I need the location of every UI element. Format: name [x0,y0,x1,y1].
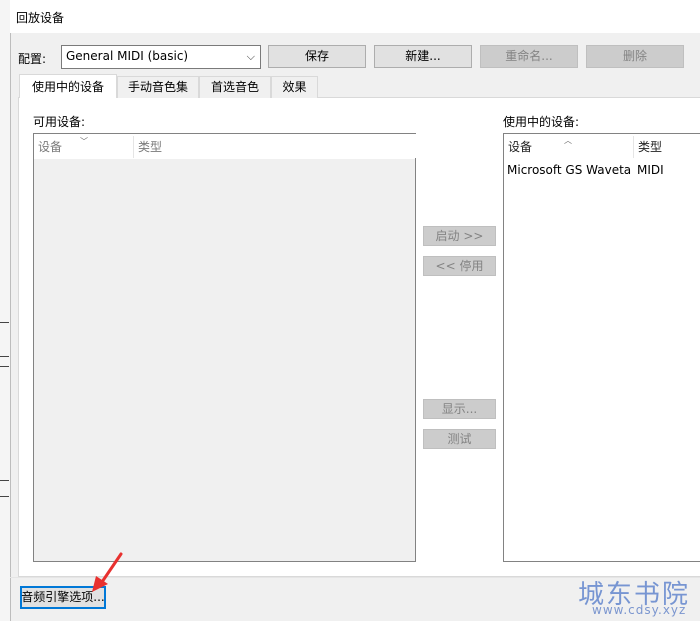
save-button[interactable]: 保存 [268,45,366,68]
column-header-device[interactable]: 设备 ﹀ [34,134,137,158]
sort-desc-icon: ﹀ [80,137,88,146]
column-header-type-label: 类型 [138,140,163,154]
available-devices-list[interactable]: 设备 ﹀ 类型 [33,133,419,562]
deactivate-button[interactable]: << 停用 [423,256,496,276]
column-header-type[interactable]: 类型 [134,134,419,158]
tab-effects[interactable]: 效果 [271,76,318,98]
test-button[interactable]: 测试 [423,429,496,449]
watermark-url: www.cdsy.xyz [592,603,687,617]
in-use-devices-list[interactable]: 设备 ︿ 类型 Microsoft GS Waveta... MIDI [503,133,700,562]
annotation-arrow-icon [92,552,123,592]
available-devices-label: 可用设备: [33,115,86,129]
column-header-type[interactable]: 类型 [634,134,700,158]
background-line [0,322,9,323]
config-select-value: General MIDI (basic) [66,49,189,63]
chevron-down-icon: ⌵ [246,50,255,63]
column-header-device-label: 设备 [38,140,63,154]
device-type-cell[interactable]: MIDI [637,160,697,180]
background-line [0,356,9,357]
config-select[interactable]: General MIDI (basic) ⌵ [61,45,261,69]
background-line [0,496,9,497]
device-name-cell[interactable]: Microsoft GS Waveta... [507,160,631,180]
dialog-title: 回放设备 [16,11,65,25]
activate-button[interactable]: 启动 >> [423,226,496,246]
rename-button[interactable]: 重命名... [480,45,578,68]
new-button[interactable]: 新建... [374,45,472,68]
column-header-device[interactable]: 设备 ︿ [504,134,637,158]
column-header-device-label: 设备 [508,140,533,154]
background-line [0,480,9,481]
config-label: 配置: [18,52,47,66]
column-header-type-label: 类型 [638,140,663,154]
tab-manual-soundsets[interactable]: 手动音色集 [117,76,199,98]
tab-preferred-sounds[interactable]: 首选音色 [199,76,271,98]
background-line [0,366,9,367]
delete-button[interactable]: 删除 [586,45,684,68]
list-empty-area [34,159,415,561]
background-window-edge [0,0,10,621]
show-button[interactable]: 显示... [423,399,496,419]
sort-asc-icon: ︿ [564,136,572,145]
title-bar [10,0,700,33]
tab-devices-in-use[interactable]: 使用中的设备 [19,74,117,98]
